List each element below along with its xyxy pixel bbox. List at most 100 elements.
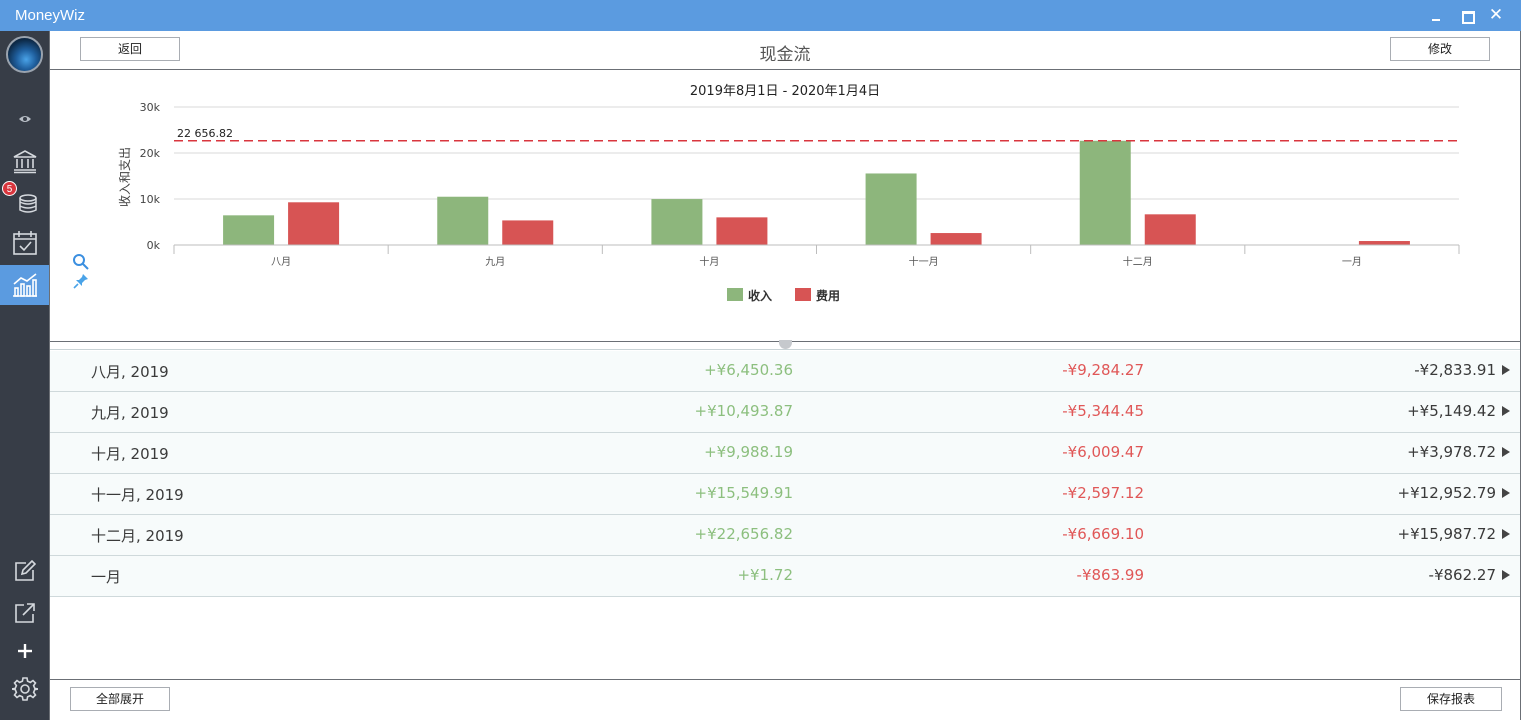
x-tick-label: 一月	[1342, 256, 1362, 268]
x-tick-label: 八月	[271, 256, 291, 268]
bar-income[interactable]	[651, 199, 703, 245]
row-month: 一月	[91, 568, 122, 586]
chart-legend: 收入 费用	[727, 288, 840, 303]
cash-flow-chart: 2019年8月1日 - 2020年1月4日 收入和支出 0k 10k 20k 30k …	[50, 70, 1520, 341]
sidebar: 5	[0, 31, 49, 720]
sidebar-item-accounts[interactable]	[0, 143, 49, 179]
y-tick-label: 20k	[140, 147, 161, 160]
zoom-icon[interactable]	[72, 253, 90, 271]
sidebar-item-reports[interactable]	[0, 265, 49, 305]
row-expense: -¥863.99	[1076, 566, 1144, 584]
row-expense: -¥6,009.47	[1062, 443, 1144, 461]
expand-arrow-icon[interactable]	[1502, 447, 1510, 457]
maximize-button[interactable]	[1457, 5, 1477, 25]
y-tick-label: 0k	[147, 239, 161, 252]
legend-label[interactable]: 收入	[748, 288, 772, 303]
sidebar-item-budgets[interactable]: 5	[0, 181, 49, 221]
row-income: +¥10,493.87	[694, 402, 793, 420]
table-row[interactable]: 九月, 2019 +¥10,493.87 -¥5,344.45 +¥5,149.42	[50, 392, 1520, 433]
footer-divider	[50, 679, 1520, 680]
reports-chart-icon	[12, 273, 37, 297]
bar-expense[interactable]	[1144, 214, 1196, 245]
x-tick-label: 十月	[699, 255, 719, 268]
table-row[interactable]: 一月 +¥1.72 -¥863.99 -¥862.27	[50, 556, 1520, 597]
row-net: -¥862.27	[1428, 566, 1496, 584]
chart-y-axis-label: 收入和支出	[118, 147, 132, 207]
expand-arrow-icon[interactable]	[1502, 406, 1510, 416]
reference-line-label: 22 656.82	[177, 127, 233, 140]
bar-expense[interactable]	[716, 217, 768, 245]
splitter-handle[interactable]	[779, 340, 792, 349]
minimize-button[interactable]	[1426, 5, 1446, 25]
row-income: +¥22,656.82	[694, 525, 793, 543]
x-tick-label: 十一月	[909, 255, 939, 268]
expand-arrow-icon[interactable]	[1502, 365, 1510, 375]
cash-flow-table: 八月, 2019 +¥6,450.36 -¥9,284.27 -¥2,833.91 九月…	[50, 351, 1520, 597]
plus-icon	[17, 644, 32, 658]
app-title: MoneyWiz	[15, 7, 86, 24]
bar-income[interactable]	[223, 215, 275, 245]
row-expense: -¥6,669.10	[1062, 525, 1144, 543]
row-month: 十一月, 2019	[91, 486, 184, 504]
chart-svg: 2019年8月1日 - 2020年1月4日 收入和支出 0k10k20k30k …	[118, 84, 1460, 303]
legend-swatch	[727, 288, 743, 301]
expand-arrow-icon[interactable]	[1502, 570, 1510, 580]
chart-reference-line: 22 656.82	[174, 127, 1459, 142]
chart-title: 2019年8月1日 - 2020年1月4日	[690, 84, 880, 99]
splitter-line-lower	[50, 349, 1520, 350]
bar-income[interactable]	[1079, 140, 1131, 245]
title-bar: MoneyWiz ✕	[0, 0, 1521, 31]
gear-icon	[11, 677, 38, 701]
sidebar-item-scheduled[interactable]	[0, 225, 49, 261]
sidebar-item-add[interactable]	[0, 633, 49, 669]
row-income: +¥1.72	[737, 566, 793, 584]
legend-label[interactable]: 费用	[816, 288, 840, 303]
table-row[interactable]: 十一月, 2019 +¥15,549.91 -¥2,597.12 +¥12,952.7…	[50, 474, 1520, 515]
bar-income[interactable]	[437, 196, 489, 245]
table-row[interactable]: 十二月, 2019 +¥22,656.82 -¥6,669.10 +¥15,987.7…	[50, 515, 1520, 556]
chart-x-axis: 八月 九月 十月 十一月 十二月 一月	[173, 244, 1460, 268]
notification-badge: 5	[2, 181, 17, 196]
save-report-button[interactable]: 保存报表	[1400, 687, 1502, 711]
y-tick-label: 10k	[140, 193, 161, 206]
row-expense: -¥5,344.45	[1062, 402, 1144, 420]
row-net: +¥3,978.72	[1407, 443, 1496, 461]
bar-income[interactable]	[865, 173, 917, 245]
bar-expense[interactable]	[288, 202, 340, 245]
bar-expense[interactable]	[930, 233, 982, 245]
row-month: 十月, 2019	[91, 445, 169, 463]
eye-icon	[18, 116, 31, 122]
row-net: +¥5,149.42	[1407, 402, 1496, 420]
bar-expense[interactable]	[502, 220, 554, 245]
legend-swatch	[795, 288, 811, 301]
expand-arrow-icon[interactable]	[1502, 529, 1510, 539]
chart-bars	[223, 140, 1410, 246]
expand-arrow-icon[interactable]	[1502, 488, 1510, 498]
page-title: 现金流	[759, 45, 811, 65]
y-tick-label: 30k	[140, 101, 161, 114]
row-month: 九月, 2019	[91, 404, 169, 422]
row-income: +¥15,549.91	[694, 484, 793, 502]
expand-all-button[interactable]: 全部展开	[70, 687, 170, 711]
sidebar-item-new-transaction[interactable]	[0, 553, 49, 589]
main-panel: 返回 现金流 修改 2019年8月1日 - 2020年1月4日 收入和支出 0k…	[49, 31, 1521, 720]
table-row[interactable]: 十月, 2019 +¥9,988.19 -¥6,009.47 +¥3,978.72	[50, 433, 1520, 474]
row-expense: -¥9,284.27	[1062, 361, 1144, 379]
sidebar-item-overview[interactable]	[0, 101, 49, 137]
x-tick-label: 十二月	[1123, 255, 1153, 268]
row-net: +¥15,987.72	[1397, 525, 1496, 543]
edit-button[interactable]: 修改	[1390, 37, 1490, 61]
pin-icon[interactable]	[72, 272, 90, 290]
account-avatar[interactable]	[6, 36, 43, 73]
sidebar-item-export[interactable]	[0, 595, 49, 631]
bar-expense[interactable]	[1358, 241, 1410, 245]
row-month: 十二月, 2019	[91, 527, 184, 545]
sidebar-item-settings[interactable]	[0, 671, 49, 707]
row-expense: -¥2,597.12	[1062, 484, 1144, 502]
table-row[interactable]: 八月, 2019 +¥6,450.36 -¥9,284.27 -¥2,833.91	[50, 351, 1520, 392]
row-income: +¥6,450.36	[704, 361, 793, 379]
close-button[interactable]: ✕	[1486, 5, 1506, 25]
calendar-check-icon	[12, 231, 37, 255]
close-icon: ✕	[1488, 5, 1504, 25]
x-tick-label: 九月	[485, 256, 505, 268]
